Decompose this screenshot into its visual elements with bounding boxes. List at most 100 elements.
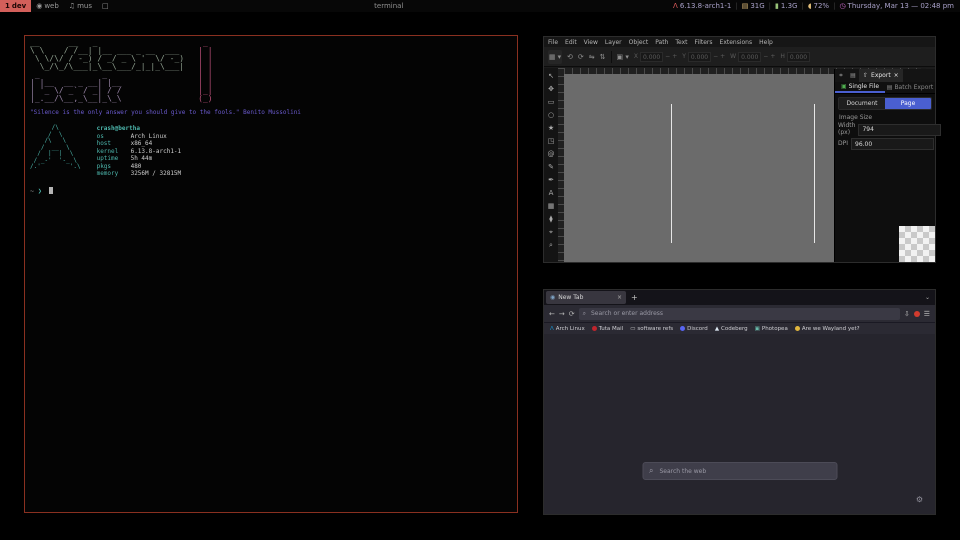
downloads-icon[interactable]: ⇩ <box>904 310 910 318</box>
menu-text[interactable]: Text <box>675 39 687 46</box>
menu-view[interactable]: View <box>584 39 598 46</box>
inkscape-window[interactable]: File Edit View Layer Object Path Text Fi… <box>543 36 936 263</box>
datetime: Thursday, Mar 13 — 02:48 pm <box>848 2 954 10</box>
export-dpi-input[interactable] <box>851 138 934 150</box>
bookmark-software-refs[interactable]: ▭ software refs <box>630 326 673 332</box>
bookmark-photopea[interactable]: ▣ Photopea <box>755 326 788 332</box>
width-field[interactable]: W 0.000 − + <box>730 52 775 62</box>
minus-stepper-icon[interactable]: − <box>665 53 670 60</box>
minus-stepper-icon[interactable]: − <box>713 53 718 60</box>
workspace-tag-scratch[interactable]: □ <box>97 0 114 12</box>
single-file-icon: ▣ <box>841 83 847 90</box>
plus-stepper-icon[interactable]: + <box>770 53 775 60</box>
rotate-cw-icon[interactable]: ⟳ <box>578 53 584 61</box>
layers-icon[interactable]: ▤ <box>847 72 859 79</box>
inkscape-tool-palette: ↖ ✥ ▭ ○ ★ ◳ @ ✎ ✒ A ▦ ⧫ ⌖ ⌕ <box>544 68 558 262</box>
width-row: Width (px) <box>838 123 932 136</box>
search-icon: ⌕ <box>583 310 586 318</box>
star-tool[interactable]: ★ <box>545 122 557 134</box>
menu-edit[interactable]: Edit <box>565 39 577 46</box>
zoom-tool[interactable]: ⌕ <box>545 239 557 251</box>
export-width-input[interactable] <box>858 124 941 136</box>
tab-batch-export[interactable]: ▤ Batch Export <box>885 82 935 93</box>
forward-icon[interactable]: → <box>559 310 565 318</box>
xml-editor-icon[interactable]: ⌗ <box>835 72 847 80</box>
tab-single-file[interactable]: ▣ Single File <box>835 82 885 93</box>
align-dropdown[interactable]: ▣ ▾ <box>617 53 629 61</box>
minus-stepper-icon[interactable]: − <box>763 53 768 60</box>
arch-icon: Λ <box>673 2 678 10</box>
box3d-tool[interactable]: ◳ <box>545 135 557 147</box>
node-editor-tool[interactable]: ✥ <box>545 83 557 95</box>
reload-icon[interactable]: ⟳ <box>569 310 575 318</box>
export-icon: ⇧ <box>863 72 868 79</box>
bookmark-discord[interactable]: Discord <box>680 326 708 332</box>
selection-mode-dropdown[interactable]: ▦ ▾ <box>548 50 562 64</box>
disk-icon: ▤ <box>742 2 749 10</box>
workspace-tag-web[interactable]: ◉ web <box>31 0 64 12</box>
pencil-tool[interactable]: ✎ <box>545 161 557 173</box>
bookmark-arch-linux[interactable]: Λ Arch Linux <box>550 326 585 332</box>
measure-tool[interactable]: ⌖ <box>545 226 557 238</box>
x-coordinate-field[interactable]: X 0.000 − + <box>634 52 677 62</box>
menu-path[interactable]: Path <box>655 39 668 46</box>
account-icon[interactable] <box>914 311 920 317</box>
prompt-symbol: ❯ <box>38 187 42 195</box>
menu-extensions[interactable]: Extensions <box>720 39 753 46</box>
image-size-label: Image Size <box>839 114 935 121</box>
focused-window-title: terminal <box>374 2 403 10</box>
tag-number: 1 <box>5 2 10 10</box>
pen-tool[interactable]: ✒ <box>545 174 557 186</box>
terminal-window[interactable]: __ __ _ \ \ / /__| |__ ___ _ __ ___ \ \/… <box>24 35 518 513</box>
personalize-gear-icon[interactable]: ⚙ <box>916 495 923 504</box>
tab-list-chevron-icon[interactable]: ⌄ <box>925 294 930 301</box>
url-bar[interactable]: ⌕ <box>579 308 900 320</box>
ascii-exclamation: _ | | | | | | | | | | |_| (_) <box>198 39 212 103</box>
firefox-navigation-bar: ← → ⟳ ⌕ ⇩ ☰ <box>544 305 935 322</box>
selector-tool[interactable]: ↖ <box>545 70 557 82</box>
rotate-ccw-icon[interactable]: ⟲ <box>567 53 573 61</box>
menu-help[interactable]: Help <box>759 39 773 46</box>
bookmark-tuta-mail[interactable]: Tuta Mail <box>592 326 623 332</box>
text-tool[interactable]: A <box>545 187 557 199</box>
export-dialog-tab[interactable]: ⇧ Export × <box>859 69 903 82</box>
active-tab[interactable]: ◉ New Tab × <box>546 291 626 304</box>
flip-vertical-icon[interactable]: ⇅ <box>600 53 606 61</box>
height-field[interactable]: H 0.000 <box>780 52 810 62</box>
search-icon: ⌕ <box>649 466 653 476</box>
separator: | <box>801 2 803 10</box>
close-icon[interactable]: × <box>894 72 899 79</box>
dropper-tool[interactable]: ⧫ <box>545 213 557 225</box>
flip-horizontal-icon[interactable]: ⇋ <box>589 53 595 61</box>
web-search-box[interactable]: ⌕ <box>642 462 837 480</box>
document-button[interactable]: Document <box>839 98 885 109</box>
new-tab-button[interactable]: + <box>631 293 638 302</box>
menu-layer[interactable]: Layer <box>605 39 622 46</box>
shell-prompt[interactable]: ~ ❯ <box>30 187 512 195</box>
menu-file[interactable]: File <box>548 39 558 46</box>
back-icon[interactable]: ← <box>549 310 555 318</box>
bookmark-codeberg[interactable]: ▲ Codeberg <box>715 326 748 332</box>
firefox-window[interactable]: ◉ New Tab × + ⌄ ← → ⟳ ⌕ ⇩ ☰ Λ Arch Linux… <box>543 289 936 515</box>
square-icon: □ <box>102 2 109 10</box>
workspace-tag-mus[interactable]: ♫ mus <box>64 0 97 12</box>
gradient-tool[interactable]: ▦ <box>545 200 557 212</box>
menu-object[interactable]: Object <box>629 39 649 46</box>
bookmark-are-we-wayland-yet[interactable]: Are we Wayland yet? <box>795 326 860 332</box>
hamburger-menu-icon[interactable]: ☰ <box>924 310 930 318</box>
plus-stepper-icon[interactable]: + <box>720 53 725 60</box>
plus-stepper-icon[interactable]: + <box>672 53 677 60</box>
menu-filters[interactable]: Filters <box>695 39 713 46</box>
inkscape-tool-options-bar: ▦ ▾ ⟲ ⟳ ⇋ ⇅ ▣ ▾ X 0.000 − + Y 0.000 − + … <box>544 47 935 67</box>
speaker-icon: ◖ <box>808 2 812 10</box>
page-button[interactable]: Page <box>885 98 931 109</box>
close-tab-icon[interactable]: × <box>617 294 622 301</box>
rectangle-tool[interactable]: ▭ <box>545 96 557 108</box>
url-input[interactable] <box>589 309 896 318</box>
ellipse-tool[interactable]: ○ <box>545 109 557 121</box>
y-coordinate-field[interactable]: Y 0.000 − + <box>682 52 725 62</box>
disk-module: ▤ 31G <box>742 2 765 10</box>
web-search-input[interactable] <box>657 467 830 476</box>
workspace-tag-dev[interactable]: 1 dev <box>0 0 31 12</box>
spiral-tool[interactable]: @ <box>545 148 557 160</box>
